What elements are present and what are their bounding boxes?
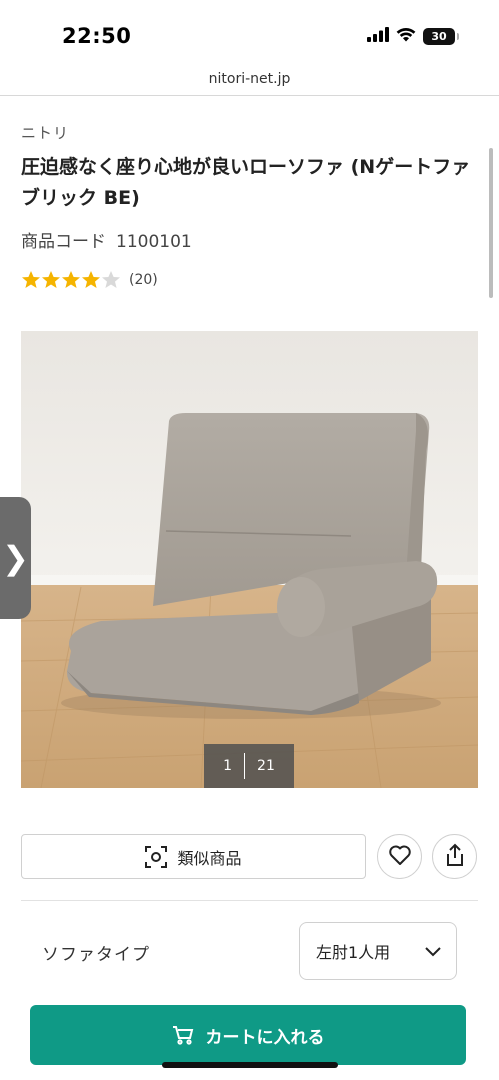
section-divider xyxy=(21,900,478,901)
gallery-pager: 1 21 xyxy=(204,744,294,788)
signal-icon xyxy=(367,27,389,46)
page-scrollbar[interactable] xyxy=(489,148,493,298)
address-bar[interactable]: nitori-net.jp xyxy=(0,62,499,96)
star-icon xyxy=(81,270,101,290)
url-text: nitori-net.jp xyxy=(208,70,291,87)
similar-products-button[interactable]: 類似商品 xyxy=(21,834,366,879)
star-icon xyxy=(41,270,61,290)
sofa-type-label: ソファタイプ xyxy=(42,945,150,965)
product-code-value: 1100101 xyxy=(116,232,192,252)
pager-divider xyxy=(244,753,246,779)
product-image[interactable]: 1 21 xyxy=(21,331,478,788)
favorite-button[interactable] xyxy=(377,834,422,879)
similar-products-label: 類似商品 xyxy=(177,848,242,868)
heart-icon xyxy=(388,844,412,870)
rating-stars xyxy=(21,270,121,290)
status-time: 22:50 xyxy=(62,24,132,48)
gallery-total: 21 xyxy=(257,758,275,774)
wifi-icon xyxy=(396,27,416,46)
star-icon xyxy=(21,270,41,290)
home-indicator[interactable] xyxy=(162,1062,338,1068)
product-code: 商品コード 1100101 xyxy=(21,227,192,252)
gallery-current: 1 xyxy=(223,758,233,774)
add-to-cart-label: カートに入れる xyxy=(205,1027,325,1048)
status-bar: 22:50 30 xyxy=(0,0,499,62)
sofa-photo xyxy=(21,331,478,788)
chevron-down-icon xyxy=(424,943,442,962)
brand-name: ニトリ xyxy=(21,124,70,142)
rating[interactable]: (20) xyxy=(21,270,158,290)
status-icons: 30 xyxy=(367,27,459,46)
star-icon xyxy=(101,270,121,290)
star-icon xyxy=(61,270,81,290)
chevron-right-icon: ❯ xyxy=(2,539,29,577)
add-to-cart-button[interactable]: カートに入れる xyxy=(30,1005,466,1065)
camera-scan-icon xyxy=(145,845,168,868)
product-title: 圧迫感なく座り心地が良いローソファ (Nゲートファブリック BE) xyxy=(21,156,471,209)
sofa-type-value: 左肘1人用 xyxy=(316,943,391,962)
side-drawer-tab[interactable]: ❯ xyxy=(0,497,31,619)
cart-icon xyxy=(172,1025,194,1045)
product-code-label: 商品コード xyxy=(21,232,106,252)
share-icon xyxy=(444,843,466,871)
sofa-type-select[interactable]: 左肘1人用 xyxy=(299,922,457,980)
share-button[interactable] xyxy=(432,834,477,879)
review-count: (20) xyxy=(129,272,158,288)
battery-icon: 30 xyxy=(423,28,459,45)
